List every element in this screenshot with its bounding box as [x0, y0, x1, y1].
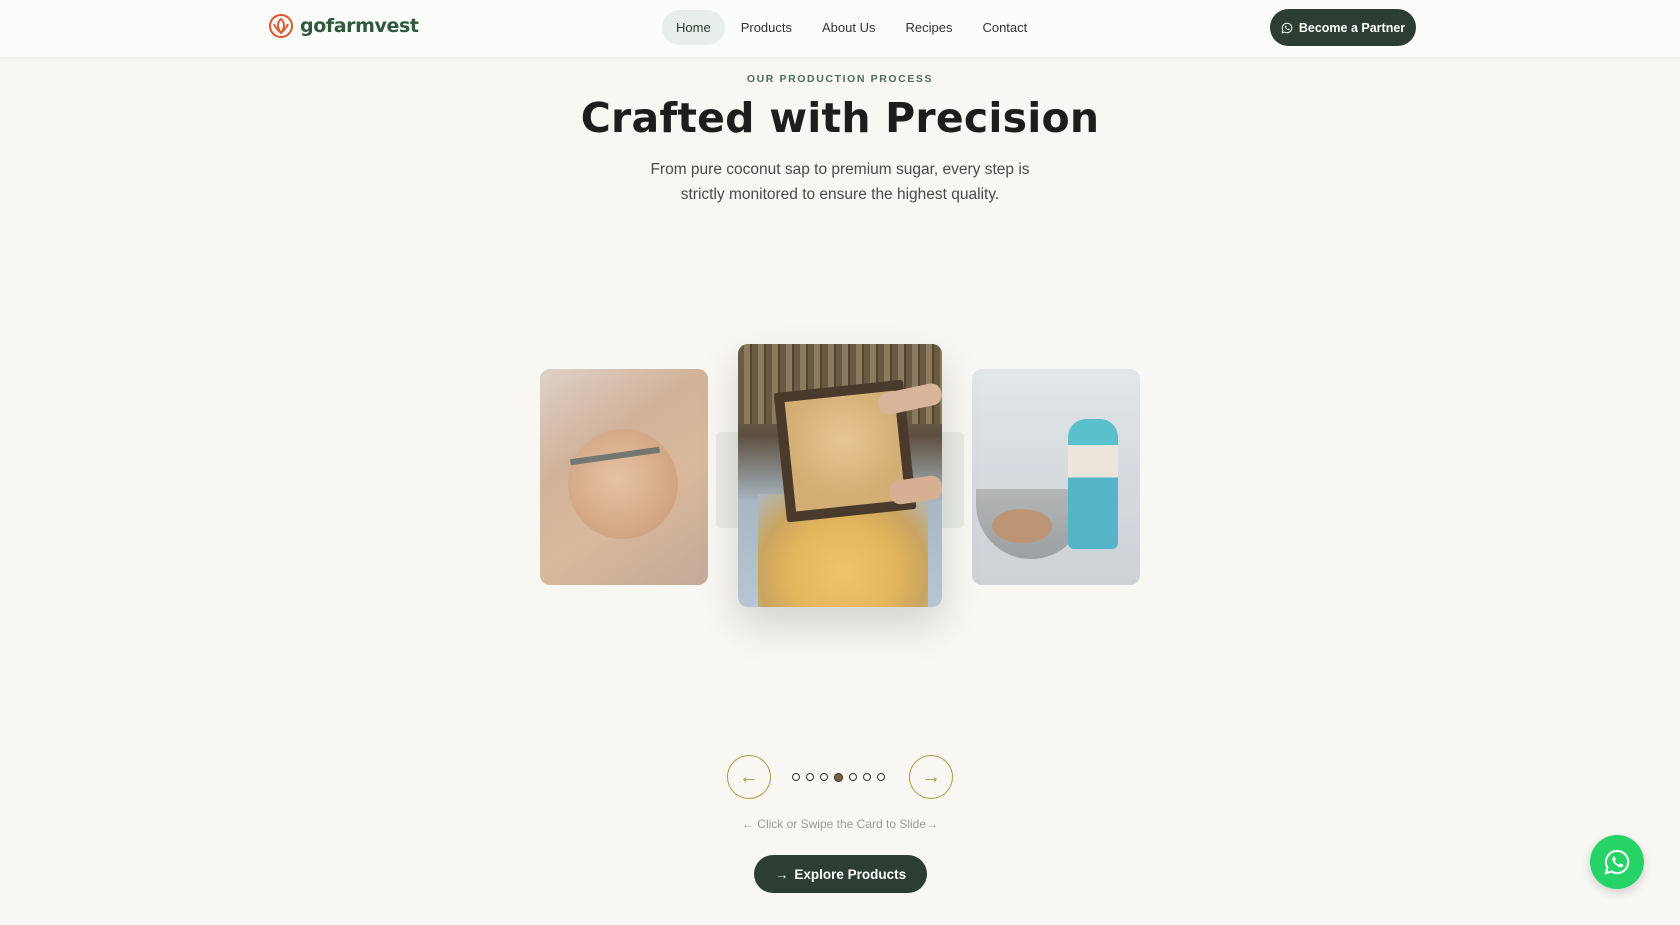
nav-home[interactable]: Home: [662, 10, 725, 45]
worker-image: [1068, 419, 1118, 549]
nav-products[interactable]: Products: [727, 10, 806, 45]
carousel-dot[interactable]: [863, 773, 871, 781]
section-title: Crafted with Precision: [580, 94, 1100, 142]
logo-leaf-icon: [269, 14, 293, 38]
carousel-prev-button[interactable]: ←: [727, 755, 771, 799]
carousel-next-button[interactable]: →: [909, 755, 953, 799]
swipe-hint: ← Click or Swipe the Card to Slide→: [741, 817, 939, 831]
carousel-dot[interactable]: [877, 773, 885, 781]
section-eyebrow: OUR PRODUCTION PROCESS: [746, 73, 934, 85]
nav-contact[interactable]: Contact: [968, 10, 1041, 45]
carousel-dot[interactable]: [820, 773, 828, 781]
whatsapp-chat-button[interactable]: [1590, 835, 1644, 889]
explore-products-label: Explore Products: [794, 866, 907, 882]
section-subtitle: From pure coconut sap to premium sugar, …: [650, 161, 1030, 203]
brand-logo[interactable]: gofarmvest: [268, 13, 419, 39]
main-nav: Home Products About Us Recipes Contact: [662, 10, 1041, 45]
nav-about-us[interactable]: About Us: [808, 10, 889, 45]
explore-products-button[interactable]: → Explore Products: [754, 855, 927, 893]
brand-name: gofarmvest: [300, 15, 419, 37]
whatsapp-icon: [1604, 849, 1630, 875]
arrow-right-icon: →: [774, 866, 789, 882]
sugar-in-bowl-image: [992, 509, 1052, 543]
carousel-dot[interactable]: [806, 773, 814, 781]
carousel-dot[interactable]: [792, 773, 800, 781]
carousel-card-edge-left: [716, 432, 738, 528]
become-partner-label: Become a Partner: [1298, 20, 1406, 35]
mixing-sugar-image: [568, 429, 678, 539]
nav-recipes[interactable]: Recipes: [891, 10, 966, 45]
carousel-dot[interactable]: [834, 772, 843, 782]
become-partner-button[interactable]: Become a Partner: [1270, 9, 1416, 46]
whatsapp-icon: [1281, 22, 1293, 33]
arrow-right-icon: →: [921, 765, 941, 788]
navbar: gofarmvest Home Products About Us Recipe…: [0, 0, 1680, 57]
carousel-card-next[interactable]: [972, 369, 1140, 585]
carousel-dot[interactable]: [849, 773, 857, 781]
carousel-card-edge-right: [942, 432, 964, 528]
carousel-dots: [792, 772, 885, 782]
carousel-card-active[interactable]: [738, 344, 942, 607]
carousel-card-previous[interactable]: [540, 369, 708, 585]
arrow-left-icon: ←: [739, 765, 759, 788]
